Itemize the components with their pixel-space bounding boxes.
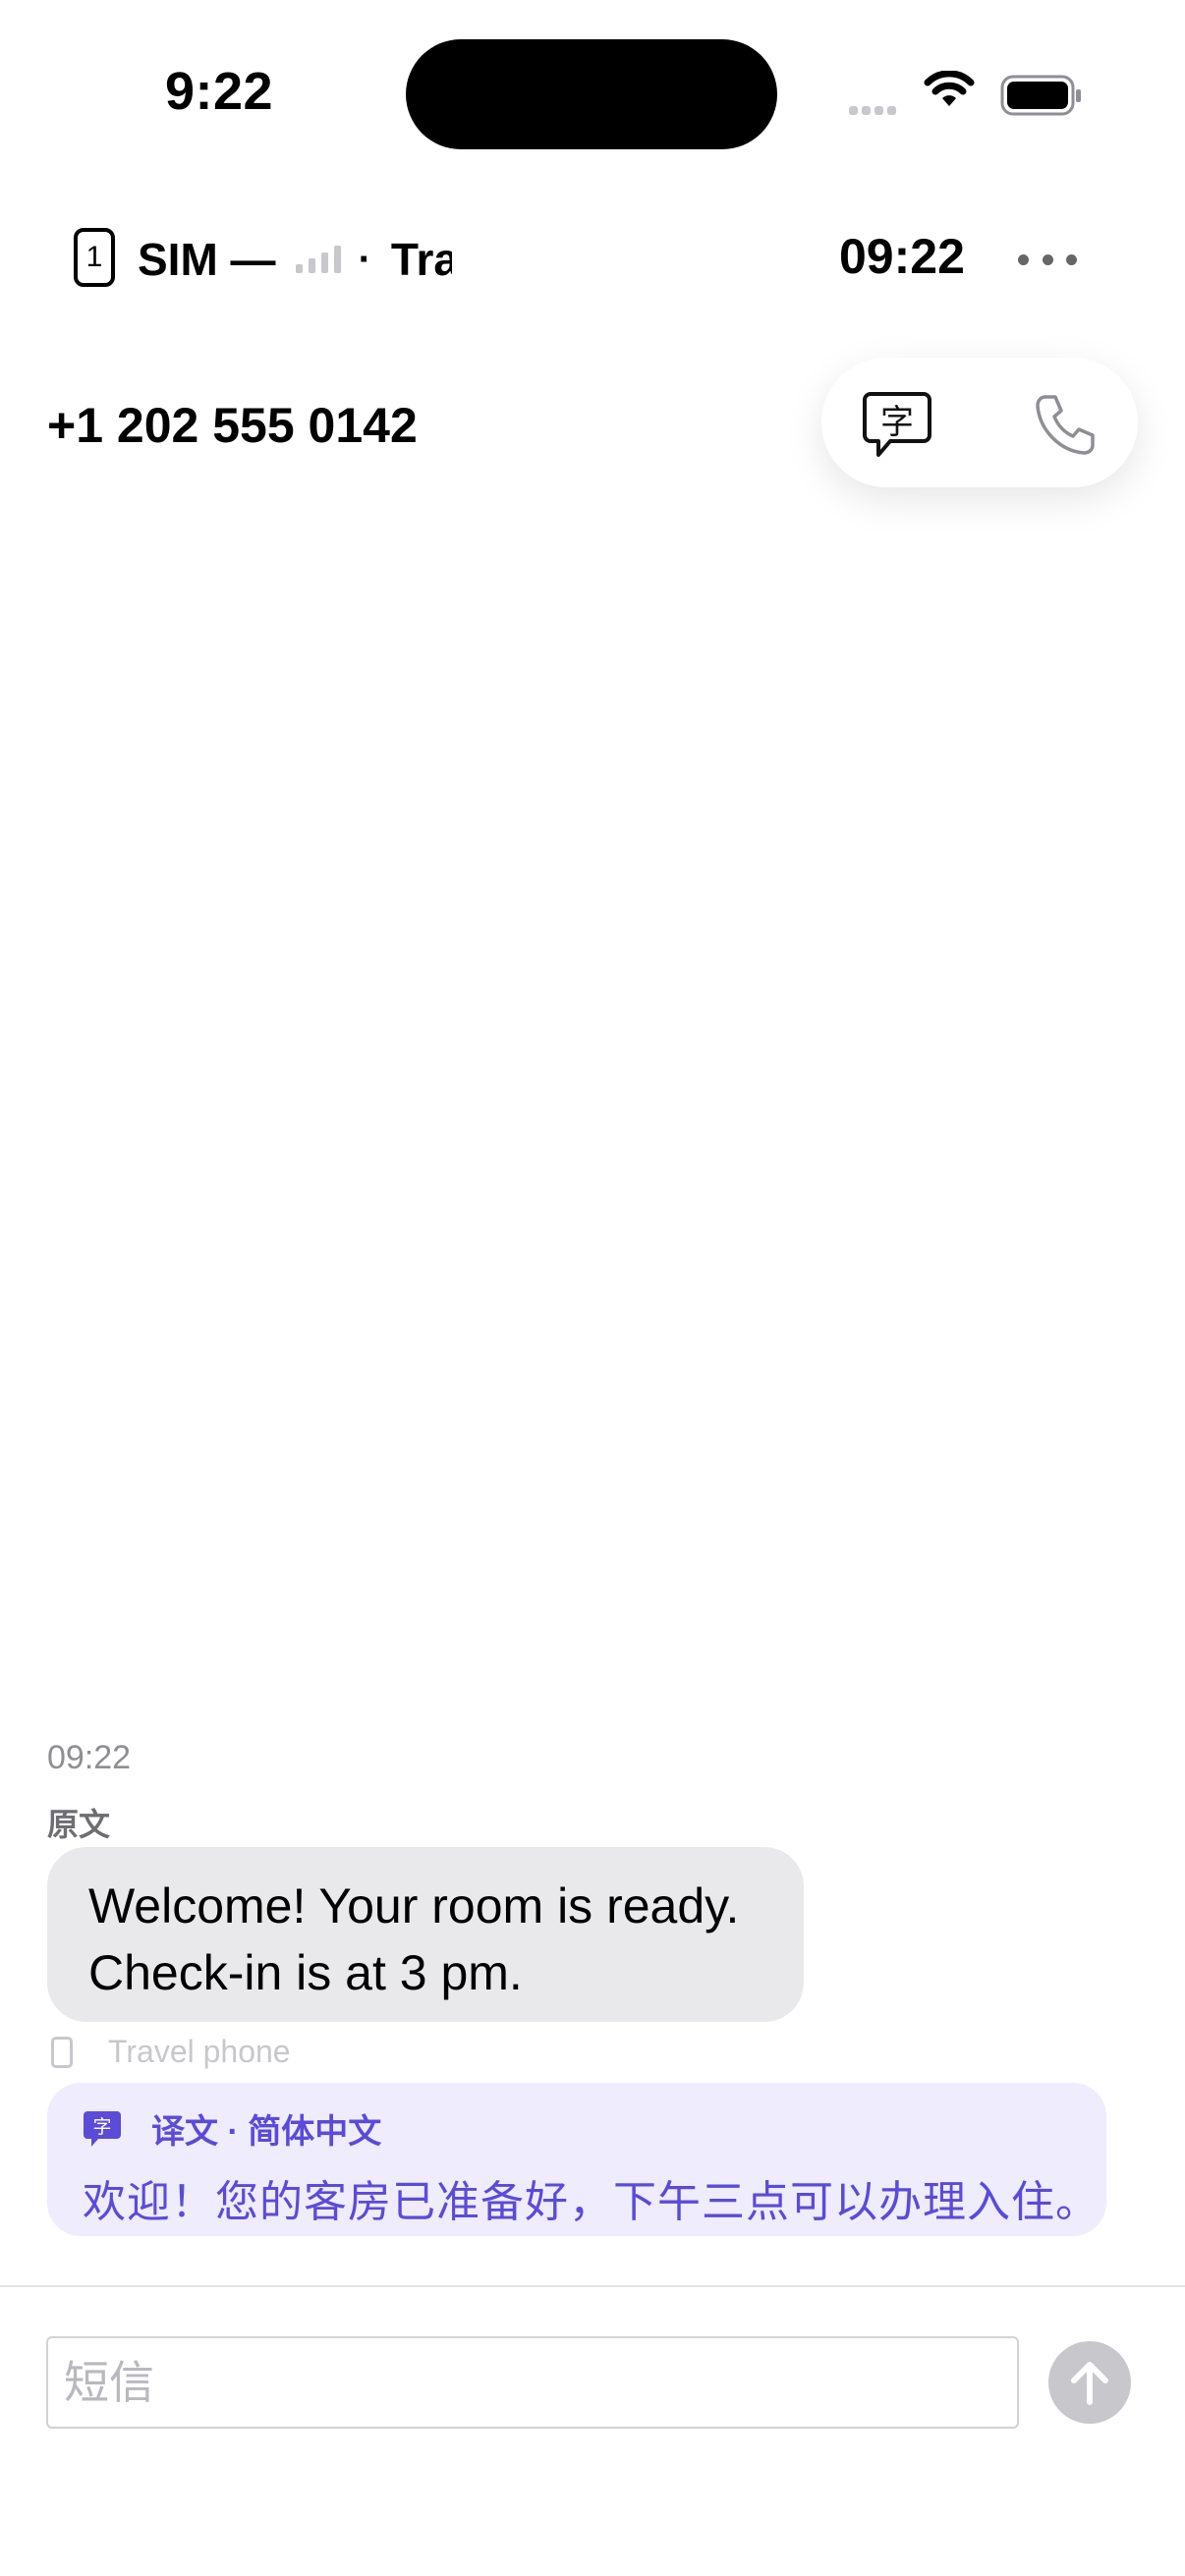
dynamic-island <box>406 39 777 149</box>
battery-icon <box>1000 75 1081 116</box>
phone-icon[interactable] <box>1032 391 1099 458</box>
contact-actions: 字 <box>821 358 1138 487</box>
translation-label: 译文 · 简体中文 <box>151 2113 382 2151</box>
contact-number: +1 202 555 0142 <box>47 398 418 453</box>
message-text-line: Check-in is at 3 pm. <box>88 1945 523 2000</box>
separator-dot: · <box>358 237 371 281</box>
cellular-signal-icon <box>849 102 900 120</box>
more-options-button[interactable] <box>1018 242 1077 277</box>
svg-text:字: 字 <box>880 403 914 442</box>
translation-text: 欢迎！您的客房已准备好，下午三点可以办理入住。 <box>83 2178 1100 2226</box>
device-label: Travel phone <box>108 2034 291 2069</box>
translate-icon: 字 <box>84 2110 121 2147</box>
message-input[interactable] <box>46 2336 1019 2429</box>
header-time: 09:22 <box>839 229 965 284</box>
sim-signal-icon <box>295 246 341 273</box>
send-button[interactable] <box>1048 2341 1131 2424</box>
sim-carrier-selector[interactable]: SIM — · Tra <box>138 228 452 291</box>
phone-device-icon <box>51 2036 73 2068</box>
wifi-icon <box>924 71 975 106</box>
sim-label: SIM — <box>138 234 276 285</box>
message-timestamp: 09:22 <box>47 1739 132 1776</box>
arrow-up-icon <box>1071 2362 1108 2405</box>
translation-card[interactable]: 字 译文 · 简体中文 欢迎！您的客房已准备好，下午三点可以办理入住。 <box>47 2083 1106 2236</box>
sim-slot-icon: 1 <box>74 228 115 287</box>
message-text-line: Welcome! Your room is ready. <box>88 1878 740 1933</box>
compose-divider <box>0 2285 1185 2287</box>
carrier-label: Tra <box>390 234 452 285</box>
svg-text:字: 字 <box>92 2116 111 2138</box>
message-bubble[interactable]: Welcome! Your room is ready. Check-in is… <box>47 1847 804 2022</box>
translate-bubble-icon[interactable]: 字 <box>861 390 933 461</box>
status-time: 9:22 <box>165 62 274 121</box>
original-label: 原文 <box>47 1807 111 1842</box>
sim-slot-number: 1 <box>85 241 103 273</box>
device-indicator: Travel phone <box>51 2034 291 2070</box>
ellipsis-icon <box>1018 253 1029 265</box>
